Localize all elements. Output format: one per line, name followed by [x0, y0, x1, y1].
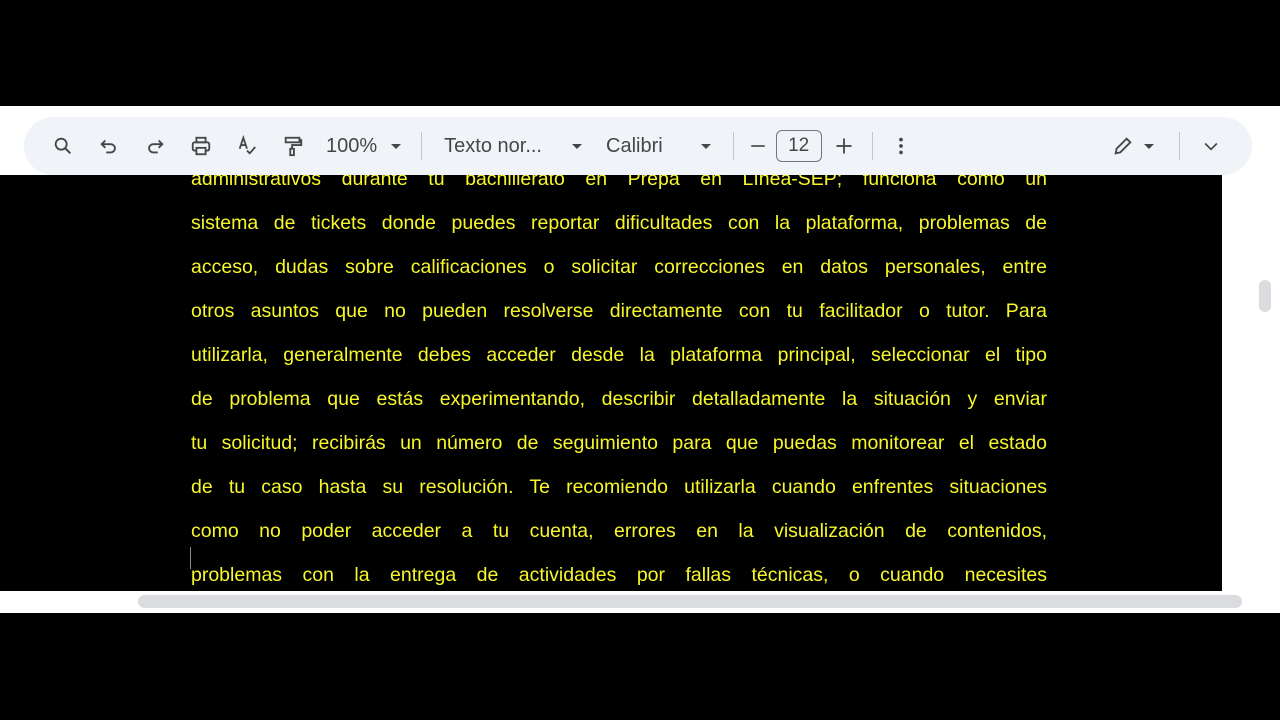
zoom-select[interactable]: 100%: [316, 128, 411, 164]
spellcheck-icon: [238, 135, 256, 155]
divider: [871, 132, 873, 160]
increase-font-size-button[interactable]: [826, 128, 862, 164]
divider: [732, 132, 734, 160]
paint-format-icon: [284, 136, 303, 157]
search-button[interactable]: [40, 128, 86, 164]
document-canvas[interactable]: administrativos durante tu bachillerato …: [0, 175, 1222, 591]
collapse-menus-button[interactable]: [1196, 128, 1226, 164]
document-body[interactable]: administrativos durante tu bachillerato …: [191, 175, 1047, 591]
font-size-input[interactable]: 12: [775, 130, 822, 162]
text-line: de tu caso hasta su resolución. Te recom…: [191, 476, 1047, 498]
caret-down-icon: [700, 143, 711, 149]
text-line: administrativos durante tu bachillerato …: [191, 175, 1047, 190]
redo-button[interactable]: [132, 128, 178, 164]
zoom-value: 100%: [326, 134, 378, 157]
editing-mode-button[interactable]: [1103, 128, 1163, 164]
style-select[interactable]: Texto nor...: [432, 128, 594, 164]
undo-button[interactable]: [86, 128, 132, 164]
more-options-button[interactable]: [883, 128, 919, 164]
horizontal-scrollbar[interactable]: [138, 595, 1242, 608]
caret-down-icon: [1144, 143, 1154, 149]
text-line: utilizarla, generalmente debes acceder d…: [191, 344, 1047, 366]
paint-format-button[interactable]: [270, 128, 316, 164]
print-icon: [191, 136, 211, 156]
text-line: sistema de tickets donde puedes reportar…: [191, 212, 1047, 234]
chevron-down-icon: [1204, 142, 1218, 151]
text-line: de problema que estás experimentando, de…: [191, 388, 1047, 410]
style-value: Texto nor...: [444, 134, 542, 157]
more-vert-icon: [898, 137, 903, 155]
text-cursor: [190, 547, 191, 569]
toolbar: 100% Texto nor... Calibri 12: [24, 117, 1252, 175]
vertical-scrollbar[interactable]: [1259, 280, 1271, 312]
decrease-font-size-button[interactable]: [744, 128, 772, 164]
caret-down-icon: [572, 143, 582, 149]
font-select[interactable]: Calibri: [594, 128, 723, 164]
divider: [421, 132, 423, 160]
text-line: acceso, dudas sobre calificaciones o sol…: [191, 256, 1047, 278]
redo-icon: [148, 139, 164, 154]
spellcheck-button[interactable]: [224, 128, 270, 164]
text-line: como no poder acceder a tu cuenta, error…: [191, 520, 1047, 542]
pencil-icon: [1114, 137, 1132, 155]
print-button[interactable]: [178, 128, 224, 164]
minus-icon: [750, 145, 765, 147]
undo-icon: [100, 139, 116, 154]
text-line: problemas con la entrega de actividades …: [191, 564, 1047, 586]
plus-icon: [836, 138, 852, 154]
text-line: otros asuntos que no pueden resolverse d…: [191, 300, 1047, 322]
caret-down-icon: [391, 143, 402, 149]
font-value: Calibri: [606, 134, 663, 157]
docs-window: administrativos durante tu bachillerato …: [0, 106, 1280, 613]
search-icon: [54, 137, 72, 155]
divider: [1179, 132, 1180, 160]
text-line: tu solicitud; recibirás un número de seg…: [191, 432, 1047, 454]
